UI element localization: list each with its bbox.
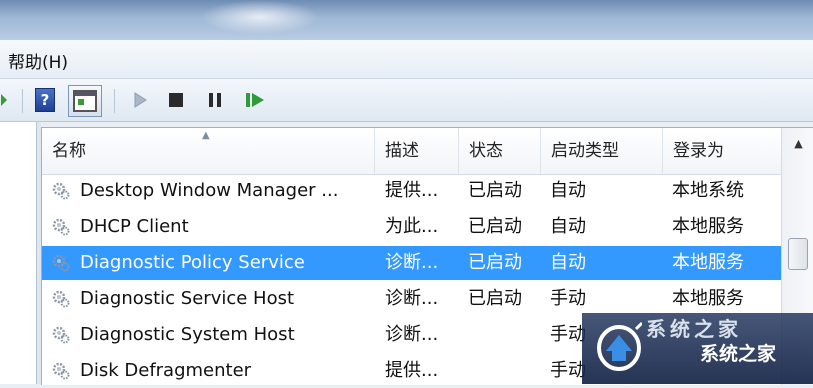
table-row[interactable]: Desktop Window Manager ... 提供... 已启动 自动 本地系统 (42, 174, 781, 208)
service-name: Disk Defragmenter (80, 360, 252, 381)
service-startup-type: 自动 (550, 252, 586, 273)
service-gear-icon (52, 254, 70, 272)
service-name: DHCP Client (80, 216, 189, 237)
service-status: 已启动 (468, 288, 522, 309)
service-gear-icon (52, 218, 70, 236)
service-gear-icon (52, 326, 70, 344)
service-logon-as: 本地服务 (672, 252, 744, 273)
service-startup-type: 自动 (550, 216, 586, 237)
service-description: 提供... (385, 180, 439, 201)
pause-service-button[interactable] (205, 87, 225, 113)
restart-icon (246, 93, 264, 107)
service-name: Desktop Window Manager ... (80, 180, 339, 201)
service-startup-type: 手动 (550, 288, 586, 309)
house-logo-icon (597, 321, 642, 371)
column-header-status[interactable]: 状态 (459, 128, 541, 174)
toolbar-separator (22, 89, 23, 113)
column-label: 启动类型 (551, 141, 619, 161)
service-description: 诊断... (385, 324, 439, 345)
service-startup-type: 自动 (550, 180, 586, 201)
toolbar: ? (0, 79, 813, 122)
menu-bar: 帮助(H) (0, 40, 813, 79)
service-name: Diagnostic Service Host (80, 288, 295, 309)
service-description: 提供... (385, 360, 439, 381)
help-button[interactable]: ? (34, 87, 56, 113)
service-gear-icon (52, 362, 70, 380)
service-gear-icon (52, 182, 70, 200)
service-description: 为此... (385, 216, 439, 237)
scroll-up-arrow-icon[interactable]: ▲ (782, 128, 813, 160)
column-header-logon-as[interactable]: 登录为 (663, 128, 781, 174)
help-icon: ? (35, 88, 55, 112)
table-row[interactable]: Diagnostic Policy Service 诊断... 已启动 自动 本地服务 (42, 246, 781, 280)
watermark-top-text: 系统之家 (646, 317, 742, 341)
table-row[interactable]: DHCP Client 为此... 已启动 自动 本地服务 (42, 210, 781, 244)
column-label: 登录为 (673, 141, 724, 161)
service-description: 诊断... (385, 252, 439, 273)
column-header-startup-type[interactable]: 启动类型 (541, 128, 663, 174)
stop-service-button[interactable] (166, 87, 186, 113)
service-logon-as: 本地服务 (672, 288, 744, 309)
service-startup-type: 手动 (550, 324, 586, 345)
start-service-button[interactable] (130, 87, 150, 113)
menu-help[interactable]: 帮助(H) (8, 48, 68, 73)
column-label: 状态 (469, 141, 503, 161)
list-header: 名称 ▲ 描述 状态 启动类型 登录为 (42, 128, 781, 175)
service-status: 已启动 (468, 252, 522, 273)
properties-icon (73, 90, 97, 112)
service-gear-icon (52, 290, 70, 308)
service-name: Diagnostic Policy Service (80, 252, 305, 273)
column-label: 描述 (385, 141, 419, 161)
pause-icon (209, 93, 221, 107)
watermark-logo: 系统之家 系统之家 (582, 313, 813, 384)
service-status: 已启动 (468, 180, 522, 201)
play-icon (134, 92, 147, 108)
properties-button[interactable] (68, 85, 102, 117)
window-title-bar (0, 0, 813, 40)
tree-pane[interactable] (0, 122, 37, 384)
service-status: 已启动 (468, 216, 522, 237)
stop-icon (169, 93, 183, 107)
service-name: Diagnostic System Host (80, 324, 295, 345)
toolbar-separator (114, 89, 115, 113)
title-glow (200, 0, 320, 34)
column-header-description[interactable]: 描述 (375, 128, 459, 174)
service-startup-type: 手动 (550, 360, 586, 381)
back-arrow-icon[interactable] (0, 87, 8, 113)
service-description: 诊断... (385, 288, 439, 309)
service-logon-as: 本地系统 (672, 180, 744, 201)
service-logon-as: 本地服务 (672, 216, 744, 237)
watermark-text: 系统之家 (700, 343, 777, 365)
restart-service-button[interactable] (243, 87, 267, 113)
table-row[interactable]: Diagnostic Service Host 诊断... 已启动 手动 本地服务 (42, 282, 781, 316)
scroll-thumb[interactable] (788, 238, 808, 270)
column-label: 名称 (52, 141, 86, 161)
sort-ascending-icon: ▲ (202, 130, 210, 141)
